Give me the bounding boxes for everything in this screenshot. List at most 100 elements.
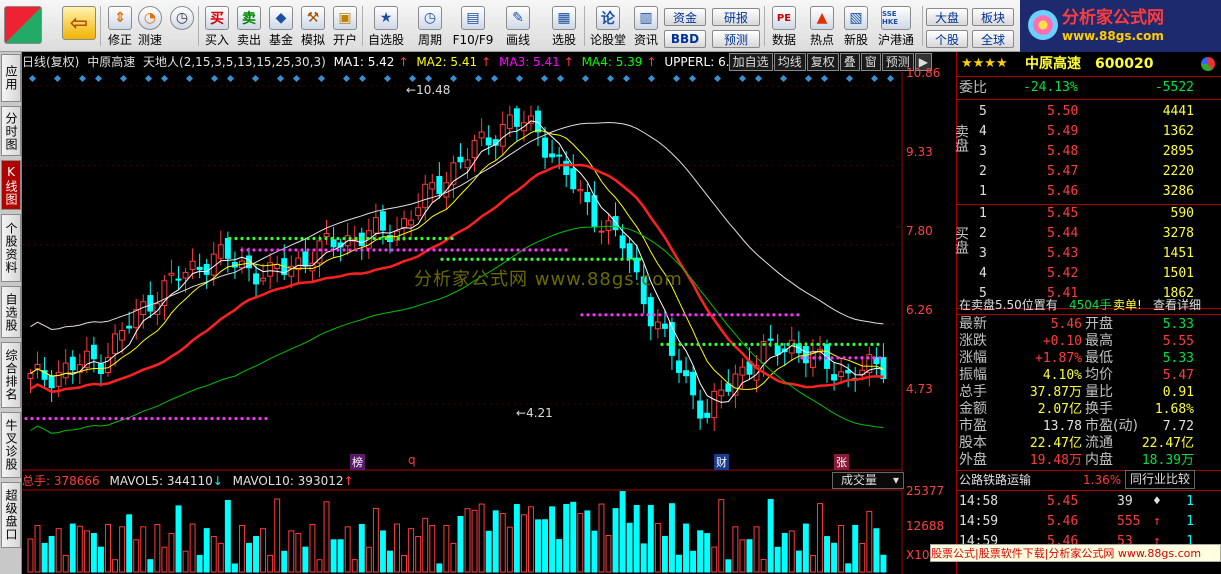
forum-button[interactable]: 论 论股堂 xyxy=(588,4,628,50)
candle-body xyxy=(711,390,718,419)
bbd-button[interactable]: BBD xyxy=(664,30,706,48)
kline-chart-area[interactable]: 日线(复权) 中原高速 天地人(2,15,3,5,13,15,25,30,3) … xyxy=(22,52,956,574)
stat-label: 最低 xyxy=(1085,350,1113,366)
capital-button[interactable]: 资金 xyxy=(664,8,706,26)
side-tab-diagnose[interactable]: 牛叉诊股 xyxy=(1,412,21,478)
signal-diamond-icon xyxy=(276,74,285,83)
app-menu-button[interactable] xyxy=(4,4,42,50)
news-button[interactable]: ▥ 资讯 xyxy=(630,4,662,50)
industry-name[interactable]: 公路铁路运输 xyxy=(959,470,1031,490)
kline-chart[interactable] xyxy=(22,52,956,574)
level-number: 4 xyxy=(979,124,987,139)
side-tab-super-panel[interactable]: 超级盘口 xyxy=(1,482,21,548)
volume-bar xyxy=(633,504,640,573)
sell-level-row[interactable]: 4 5.49 1362 xyxy=(957,122,1221,142)
side-tab-profile[interactable]: 个股资料 xyxy=(1,214,21,282)
watermark-text: 分析家公式网 www.88gs.com xyxy=(414,269,683,290)
support-dot xyxy=(438,248,442,252)
marker-bang[interactable]: 榜 xyxy=(350,454,365,470)
buy-level-row[interactable]: 3 5.43 1451 xyxy=(957,244,1221,264)
stat-row: 外盘 19.48万 内盘 18.39万 xyxy=(957,452,1221,469)
signal-dot xyxy=(494,257,498,261)
signal-dot xyxy=(762,342,766,346)
signal-dot xyxy=(638,257,642,261)
signal-dot xyxy=(378,236,382,241)
buy-level-row[interactable]: 2 5.44 3278 xyxy=(957,224,1221,244)
buy-level-row[interactable]: 4 5.42 1501 xyxy=(957,264,1221,284)
candle-body xyxy=(119,330,126,341)
side-tab-kline[interactable]: K线图 xyxy=(1,160,21,210)
volume-bar xyxy=(619,491,626,573)
sector-button[interactable]: 板块 xyxy=(972,8,1014,26)
new-stock-button[interactable]: ▧ 新股 xyxy=(840,4,872,50)
y-axis-label: 10.86 xyxy=(906,66,941,80)
signal-diamond-icon xyxy=(647,74,656,83)
draw-line-button[interactable]: ✎ 画线 xyxy=(500,4,536,50)
sell-level-row[interactable]: 3 5.48 2895 xyxy=(957,142,1221,162)
period-button[interactable]: ◷ 周期 xyxy=(412,4,448,50)
chart-tab-ma[interactable]: 均线 xyxy=(773,53,806,71)
marker-cai[interactable]: 财 xyxy=(714,454,729,470)
sell-level-row[interactable]: 2 5.47 2220 xyxy=(957,162,1221,182)
notice-text: 在卖盘5.50位置有 xyxy=(959,298,1058,312)
back-button[interactable]: ⇦ xyxy=(62,4,96,50)
signal-diamond-icon xyxy=(292,74,301,83)
market-button[interactable]: 大盘 xyxy=(926,8,968,26)
signal-diamond-icon xyxy=(540,74,549,83)
hk-connect-button[interactable]: SSE HKE 沪港通 xyxy=(874,4,918,50)
volume-indicator-select[interactable]: 成交量 ▾ xyxy=(832,472,904,489)
f10-button[interactable]: ▤ F10/F9 xyxy=(452,4,494,50)
buy-button[interactable]: 买 买入 xyxy=(202,4,232,50)
chart-tab-overlay[interactable]: 叠 xyxy=(839,53,860,71)
order-notice[interactable]: 在卖盘5.50位置有 4504手 卖单! 查看详细 xyxy=(957,295,1221,315)
side-tab-ranking[interactable]: 综合排名 xyxy=(1,342,21,408)
toolbar-btn-xiuzheng[interactable]: ⇕ 修正 xyxy=(104,4,136,50)
buy-level-row[interactable]: 1 5.45 590 xyxy=(957,204,1221,224)
side-tab-watchlist[interactable]: 自选股 xyxy=(1,286,21,338)
side-tab-app[interactable]: 应用 xyxy=(1,54,21,102)
high-price-value: 10.48 xyxy=(416,83,451,97)
open-account-button[interactable]: ▣ 开户 xyxy=(330,4,360,50)
chart-tab-add-watch[interactable]: 加自选 xyxy=(728,53,773,71)
toolbar-btn-cesu[interactable]: ◔ 测速 xyxy=(134,4,166,50)
volume-bar xyxy=(845,563,852,573)
toolbar-btn-cesu2[interactable]: ◷ xyxy=(166,4,198,50)
marker-q[interactable]: q xyxy=(408,453,416,467)
forecast-button[interactable]: 预测 xyxy=(712,30,760,48)
volume-bar xyxy=(422,517,429,573)
sell-level-row[interactable]: 5 5.50 4441 xyxy=(957,102,1221,122)
chart-tab-adjust[interactable]: 复权 xyxy=(806,53,839,71)
sell-level-row[interactable]: 1 5.46 3286 xyxy=(957,182,1221,202)
signal-diamond-icon xyxy=(251,74,260,83)
data-button[interactable]: PE 数据 xyxy=(768,4,800,50)
tick-row: 14:59 5.46 555 ↑ 1 xyxy=(957,512,1221,532)
sell-button[interactable]: 卖 卖出 xyxy=(234,4,264,50)
global-label: 全球 xyxy=(980,32,1005,47)
industry-compare-button[interactable]: 同行业比较 xyxy=(1125,470,1196,489)
quote-stock-name: 中原高速 xyxy=(1025,56,1081,72)
support-dot xyxy=(836,356,840,360)
fund-button[interactable]: ◆ 基金 xyxy=(266,4,296,50)
chart-tab-window[interactable]: 窗 xyxy=(860,53,881,71)
volume-bar xyxy=(873,528,880,573)
stock-select-button[interactable]: ▦ 选股 xyxy=(546,4,582,50)
marker-zhang[interactable]: 张 xyxy=(834,454,849,470)
support-dot xyxy=(384,248,388,252)
volume-bar xyxy=(859,543,866,573)
research-button[interactable]: 研报 xyxy=(712,8,760,26)
pie-icon[interactable] xyxy=(1201,57,1215,71)
watchlist-button[interactable]: ★ 自选股 xyxy=(366,4,406,50)
support-dot xyxy=(480,248,484,252)
hot-button[interactable]: ▲ 热点 xyxy=(806,4,838,50)
single-stock-button[interactable]: 个股 xyxy=(926,30,968,48)
brand-logo[interactable]: 分析家公式网 www.88gs.com xyxy=(1020,0,1221,52)
notice-detail-link[interactable]: 查看详细 xyxy=(1153,295,1201,315)
bottom-ad-bar[interactable]: 股票公式|股票软件下载|分析家公式网 www.88gs.com xyxy=(930,544,1221,562)
support-dot xyxy=(462,248,466,252)
side-tab-timeshare[interactable]: 分时图 xyxy=(1,106,21,156)
global-button[interactable]: 全球 xyxy=(972,30,1014,48)
signal-dot xyxy=(300,236,304,241)
toolbar-label: 画线 xyxy=(505,33,530,47)
simulate-button[interactable]: ⚒ 模拟 xyxy=(298,4,328,50)
candle-body xyxy=(126,325,133,329)
